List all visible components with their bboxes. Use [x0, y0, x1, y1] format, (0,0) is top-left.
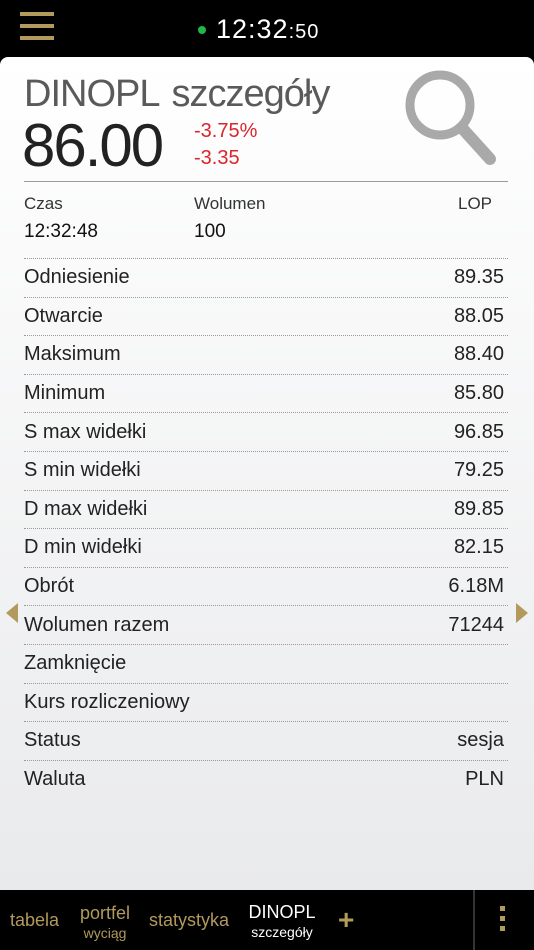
- row-label: D max widełki: [24, 497, 148, 520]
- volume-value: 100: [194, 221, 226, 242]
- list-item: Kurs rozliczeniowy: [24, 682, 508, 722]
- row-label: S max widełki: [24, 420, 147, 443]
- clock-time: 12:32: [216, 14, 289, 44]
- tab-label: tabela: [10, 910, 60, 930]
- list-item: Status sesja: [24, 721, 508, 760]
- tab-label: portfel: [79, 903, 131, 923]
- clock-seconds: :50: [288, 21, 320, 43]
- row-value: 85.80: [453, 382, 504, 405]
- top-bar: 12:32 :50: [0, 0, 534, 57]
- title-subtitle: szczegóły: [171, 73, 330, 115]
- list-item: Maksimum 88.40: [24, 335, 508, 374]
- row-value: 82.15: [453, 536, 504, 559]
- lop-label: LOP: [458, 194, 493, 213]
- change-percent: -3.75%: [194, 120, 258, 142]
- bottom-nav: tabela portfel wyciąg statystyka DINOPL …: [0, 890, 534, 950]
- row-value: sesja: [457, 729, 504, 752]
- tab-label: DINOPL: [248, 902, 316, 922]
- list-item: Waluta PLN: [24, 759, 508, 799]
- list-item: S min widełki 79.25: [24, 450, 508, 490]
- row-label: Otwarcie: [24, 304, 103, 327]
- row-label: D min widełki: [24, 536, 142, 559]
- list-item: Minimum 85.80: [24, 373, 508, 413]
- plus-icon[interactable]: +: [338, 904, 354, 936]
- row-value: 6.18M: [448, 575, 504, 598]
- header-divider: [24, 181, 508, 182]
- row-label: Wolumen razem: [24, 613, 170, 636]
- chevron-left-icon[interactable]: [6, 603, 18, 623]
- tab-dinopl-details[interactable]: DINOPL szczegóły: [246, 902, 318, 940]
- row-label: S min widełki: [24, 459, 141, 482]
- connection-status-icon: [198, 26, 206, 34]
- volume-label: Wolumen: [194, 194, 266, 213]
- row-label: Odniesienie: [24, 266, 130, 289]
- more-vertical-icon[interactable]: [500, 906, 505, 936]
- details-list: Odniesienie 89.35 Otwarcie 88.05 Maksimum 8…: [24, 258, 508, 798]
- nav-divider: [473, 890, 475, 950]
- row-label: Minimum: [24, 382, 106, 405]
- menu-icon[interactable]: [20, 12, 54, 40]
- details-panel: DINOPL szczegóły 86.00 -3.75% -3.35 Czas …: [0, 57, 534, 890]
- row-value: 88.05: [453, 304, 504, 327]
- row-value: 89.85: [453, 497, 504, 520]
- row-value: 96.85: [453, 420, 504, 443]
- row-value: PLN: [465, 768, 504, 791]
- chevron-right-icon[interactable]: [516, 603, 528, 623]
- list-item: D min widełki 82.15: [24, 528, 508, 567]
- clock: 12:32 :50: [198, 14, 319, 44]
- tab-portfel[interactable]: portfel wyciąg: [78, 903, 132, 941]
- row-label: Maksimum: [24, 343, 121, 366]
- tab-label: statystyka: [149, 910, 230, 930]
- tab-sublabel: wyciąg: [83, 925, 127, 941]
- row-value: 89.35: [453, 266, 504, 289]
- row-label: Kurs rozliczeniowy: [24, 690, 190, 713]
- symbol: DINOPL: [24, 73, 160, 115]
- row-value: 79.25: [453, 459, 504, 482]
- row-label: Status: [24, 729, 81, 752]
- row-label: Obrót: [24, 575, 75, 598]
- list-item: Odniesienie 89.35: [24, 258, 508, 297]
- row-value: 88.40: [453, 343, 504, 366]
- search-icon[interactable]: [398, 65, 502, 169]
- row-value: 71244: [448, 613, 504, 636]
- list-item: Otwarcie 88.05: [24, 296, 508, 336]
- last-price: 86.00: [22, 112, 164, 179]
- tab-tabela[interactable]: tabela: [10, 910, 59, 931]
- list-item: D max widełki 89.85: [24, 489, 508, 529]
- page-title: DINOPL szczegóły: [24, 73, 330, 116]
- change-absolute: -3.35: [194, 147, 240, 169]
- row-label: Waluta: [24, 768, 86, 791]
- list-item: S max widełki 96.85: [24, 412, 508, 451]
- list-item: Obrót 6.18M: [24, 566, 508, 606]
- list-item: Wolumen razem 71244: [24, 605, 508, 644]
- list-item: Zamknięcie: [24, 643, 508, 683]
- tab-sublabel: szczegóły: [251, 924, 313, 940]
- time-label: Czas: [24, 194, 63, 213]
- row-label: Zamknięcie: [24, 652, 127, 675]
- time-value: 12:32:48: [24, 221, 98, 242]
- tab-statystyka[interactable]: statystyka: [149, 910, 229, 931]
